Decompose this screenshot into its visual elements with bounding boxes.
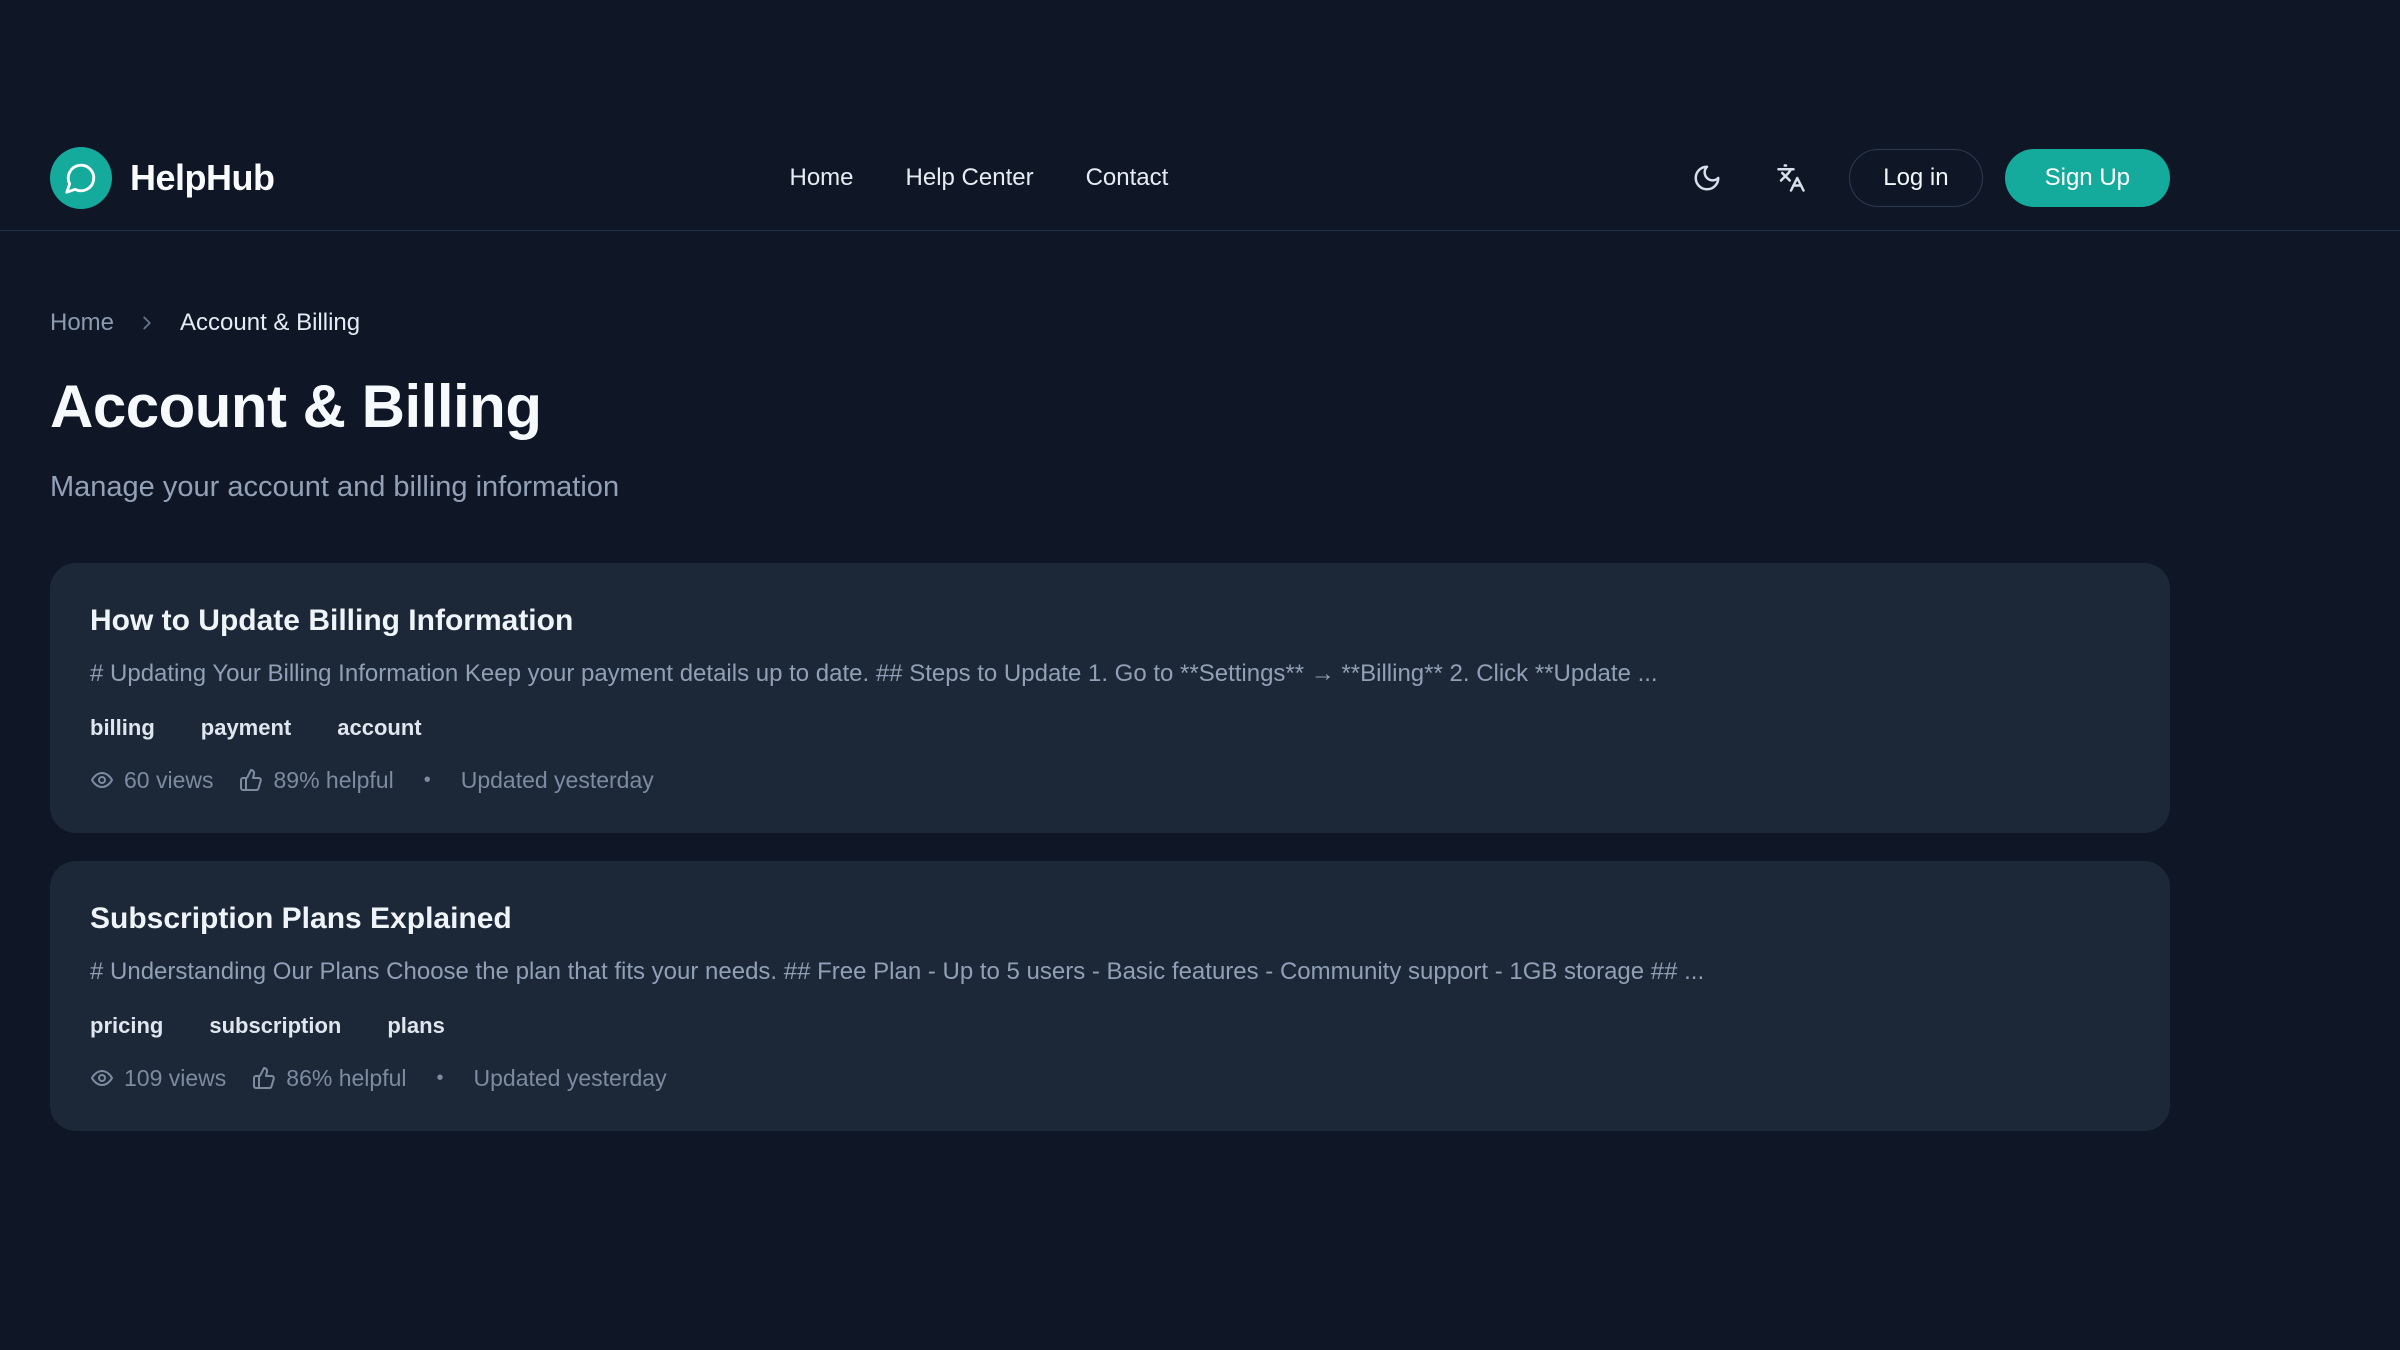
helpful-stat: 86% helpful <box>252 1063 406 1093</box>
helpful-percent: 89% helpful <box>273 765 393 795</box>
signup-button[interactable]: Sign Up <box>2005 149 2170 207</box>
tag: plans <box>387 1013 444 1039</box>
views-stat: 60 views <box>90 765 213 795</box>
top-navbar: HelpHub Home Help Center Contact <box>0 0 2400 231</box>
breadcrumb-home-link[interactable]: Home <box>50 309 114 337</box>
article-title: How to Update Billing Information <box>90 603 2130 639</box>
dot-separator: • <box>420 765 435 795</box>
article-excerpt: # Understanding Our Plans Choose the pla… <box>90 957 2130 987</box>
tag: subscription <box>209 1013 341 1039</box>
article-excerpt: # Updating Your Billing Information Keep… <box>90 659 2130 689</box>
article-stats: 60 views 89% helpful • Updated yesterday <box>90 765 2130 795</box>
views-count: 60 views <box>124 765 213 795</box>
dot-separator: • <box>432 1063 447 1093</box>
tag: billing <box>90 715 155 741</box>
updated-label: Updated yesterday <box>474 1063 667 1093</box>
brand-logo[interactable]: HelpHub <box>50 147 275 209</box>
tag: pricing <box>90 1013 163 1039</box>
updated-label: Updated yesterday <box>461 765 654 795</box>
breadcrumb: Home Account & Billing <box>50 309 2170 337</box>
page-subtitle: Manage your account and billing informat… <box>50 467 2170 507</box>
theme-toggle-button[interactable] <box>1689 160 1725 196</box>
nav-link-contact[interactable]: Contact <box>1086 164 1169 192</box>
chevron-right-icon <box>136 312 158 334</box>
moon-icon <box>1692 163 1722 193</box>
thumbs-up-icon <box>239 768 263 792</box>
main-content: Home Account & Billing Account & Billing… <box>50 309 2170 1131</box>
article-stats: 109 views 86% helpful • Updated yesterda… <box>90 1063 2130 1093</box>
article-tags: pricing subscription plans <box>90 1013 2130 1039</box>
helpful-percent: 86% helpful <box>286 1063 406 1093</box>
article-list: How to Update Billing Information # Upda… <box>50 563 2170 1131</box>
page-title: Account & Billing <box>50 371 2170 443</box>
eye-icon <box>90 1066 114 1090</box>
message-circle-icon <box>64 161 98 195</box>
thumbs-up-icon <box>252 1066 276 1090</box>
article-title: Subscription Plans Explained <box>90 901 2130 937</box>
article-tags: billing payment account <box>90 715 2130 741</box>
views-stat: 109 views <box>90 1063 226 1093</box>
views-count: 109 views <box>124 1063 226 1093</box>
login-button[interactable]: Log in <box>1849 149 1982 207</box>
nav-link-help-center[interactable]: Help Center <box>906 164 1034 192</box>
language-button[interactable] <box>1773 160 1809 196</box>
nav-actions: Log in Sign Up <box>1689 149 2170 207</box>
article-card-subscription-plans[interactable]: Subscription Plans Explained # Understan… <box>50 861 2170 1131</box>
article-card-billing-info[interactable]: How to Update Billing Information # Upda… <box>50 563 2170 833</box>
tag: payment <box>201 715 291 741</box>
nav-link-home[interactable]: Home <box>790 164 854 192</box>
eye-icon <box>90 768 114 792</box>
languages-icon <box>1776 163 1806 193</box>
primary-nav: Home Help Center Contact <box>790 164 1169 192</box>
breadcrumb-current: Account & Billing <box>180 309 360 337</box>
logo-circle <box>50 147 112 209</box>
brand-name: HelpHub <box>130 157 275 199</box>
helpful-stat: 89% helpful <box>239 765 393 795</box>
tag: account <box>337 715 421 741</box>
